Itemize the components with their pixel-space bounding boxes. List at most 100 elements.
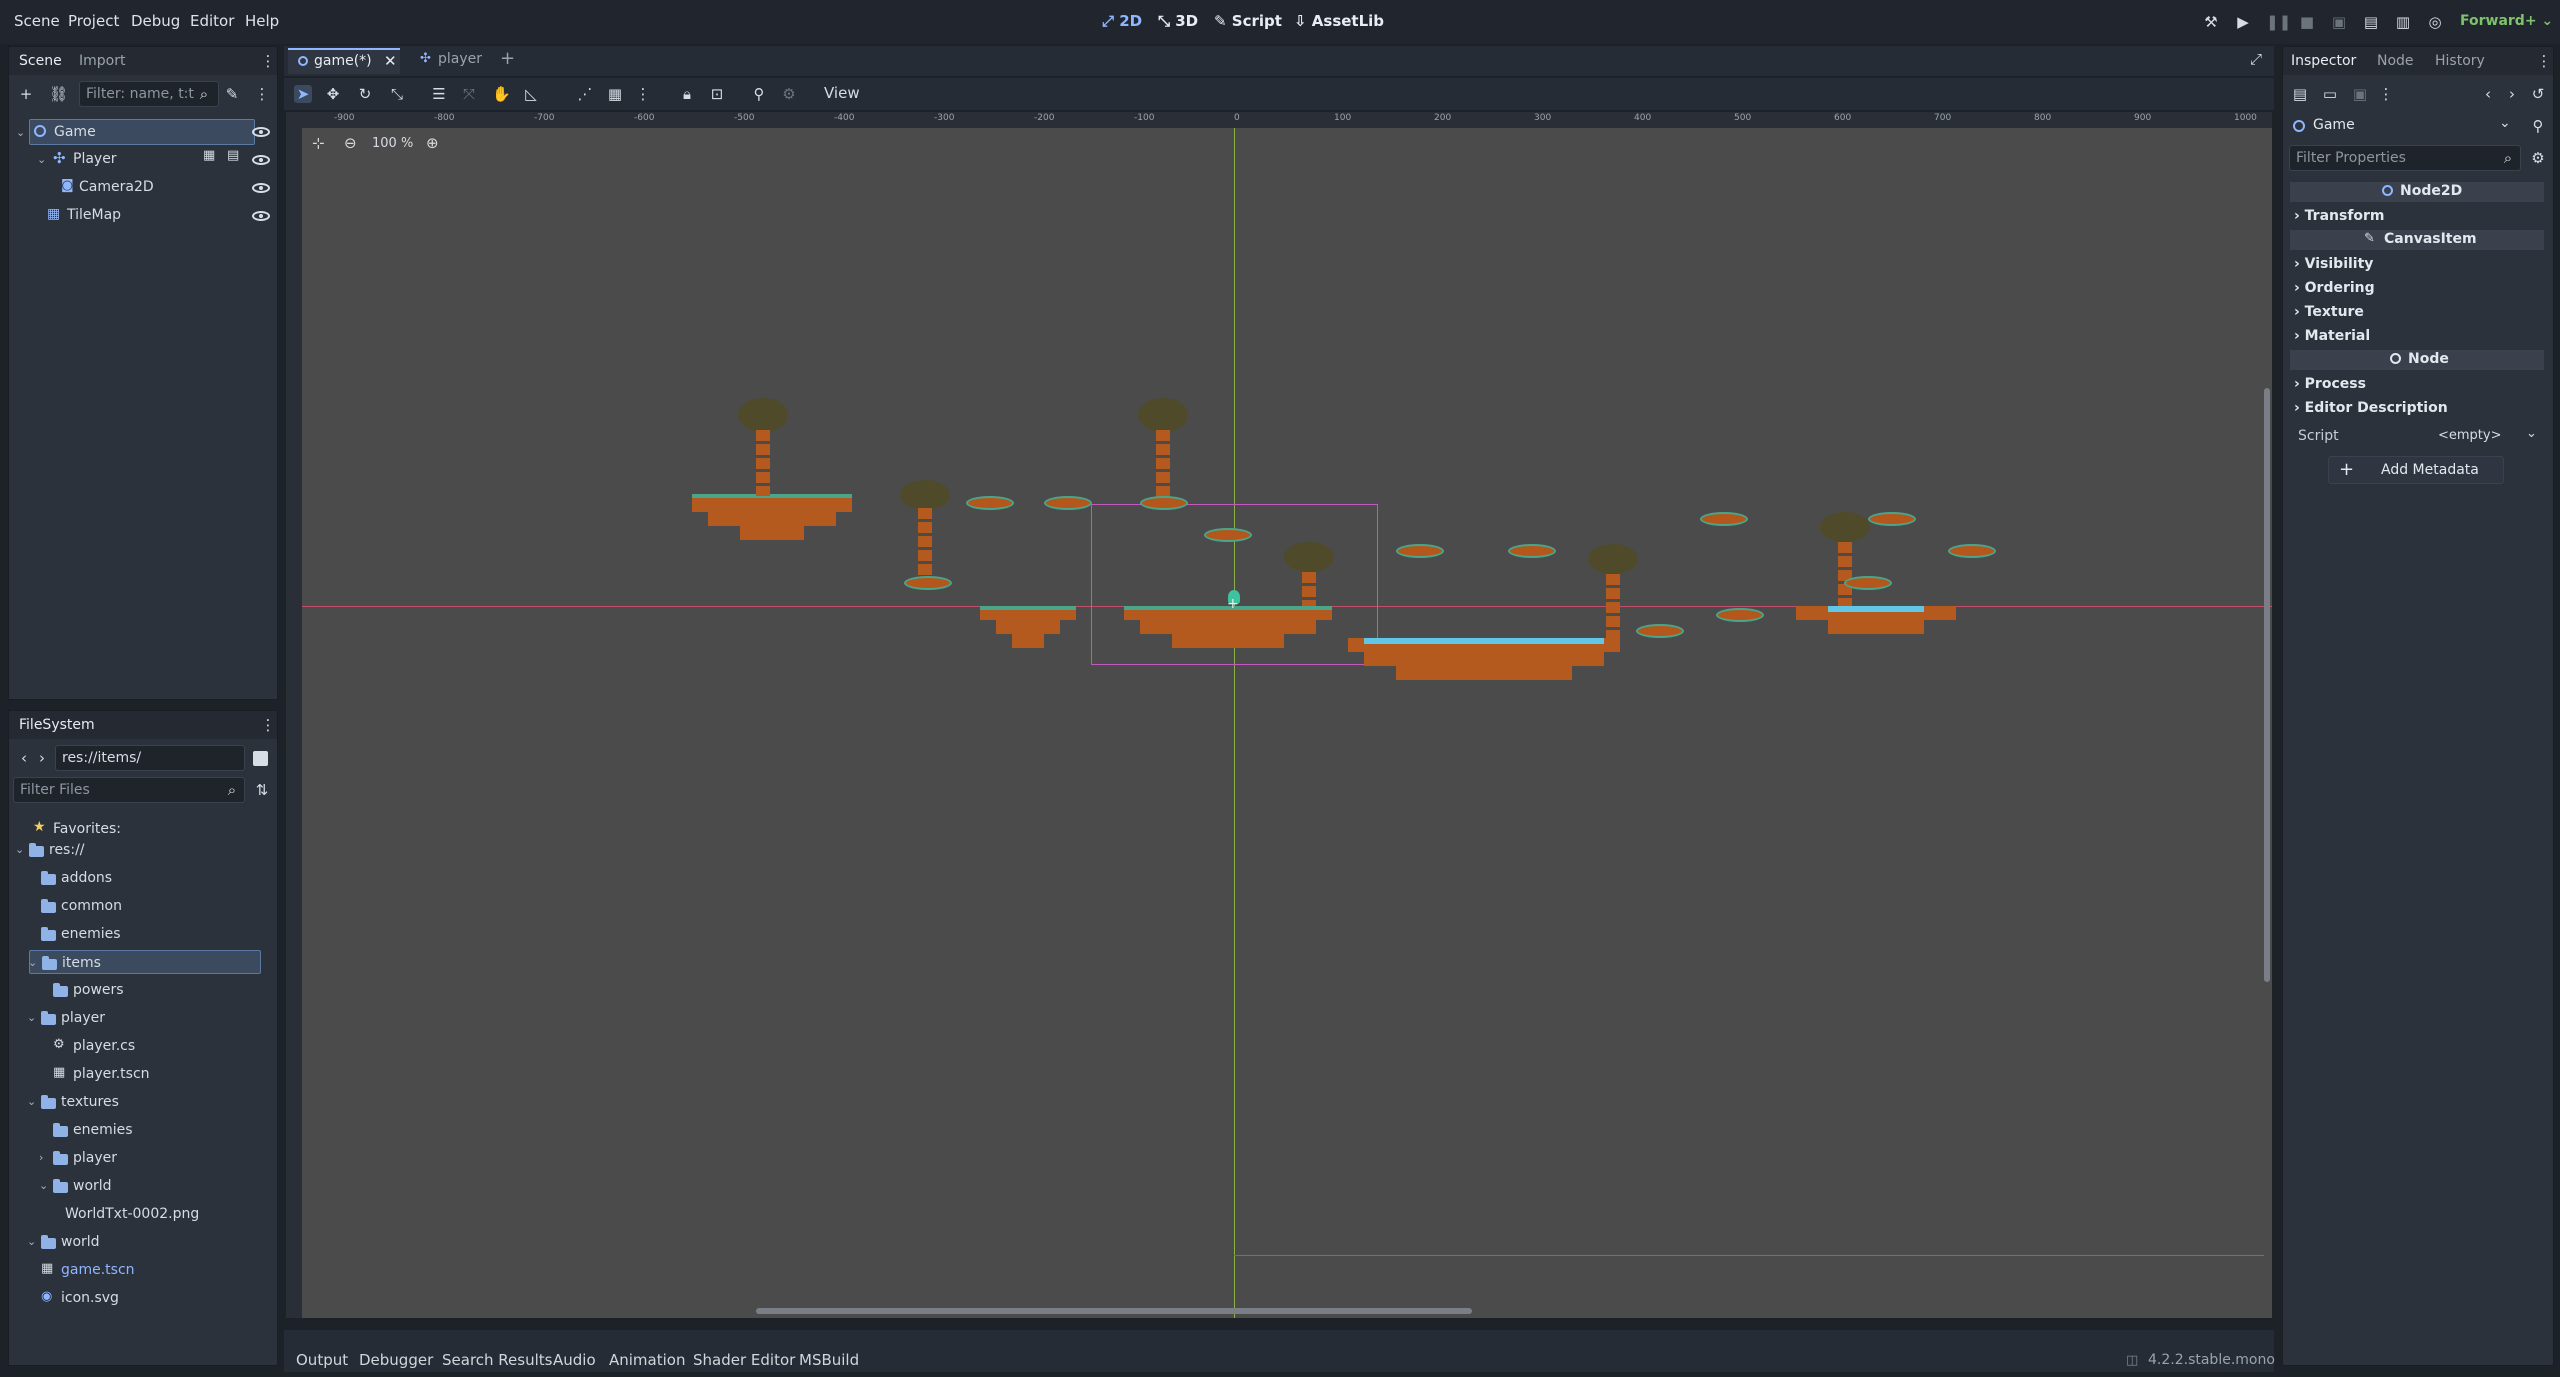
node-docs-icon[interactable]: ⚲ (2529, 117, 2547, 135)
history-forward-icon[interactable]: › (2503, 85, 2521, 103)
snap-options-icon[interactable]: ⋮ (634, 85, 652, 103)
tab-node[interactable]: Node (2377, 53, 2414, 69)
property-options-icon[interactable]: ⚙ (2529, 149, 2547, 167)
expand-arrow-icon[interactable]: ⌄ (27, 1235, 36, 1248)
file-item[interactable]: ▦ game.tscn (29, 1258, 261, 1282)
zoom-out-icon[interactable]: ⊖ (344, 134, 357, 152)
stop-icon[interactable]: ■ (2298, 13, 2316, 31)
tab-shader-editor[interactable]: Shader Editor (693, 1351, 795, 1369)
tab-audio[interactable]: Audio (553, 1351, 596, 1369)
new-tab-icon[interactable]: + (500, 48, 515, 69)
close-tab-icon[interactable]: ✕ (384, 52, 397, 70)
menu-help[interactable]: Help (245, 12, 279, 30)
back-icon[interactable]: ‹ (15, 749, 33, 767)
object-history-icon[interactable]: ↺ (2529, 85, 2547, 103)
path-field[interactable]: res://items/ (55, 745, 245, 771)
tab-animation[interactable]: Animation (609, 1351, 685, 1369)
mode-script-button[interactable]: ✎ Script (1214, 12, 1282, 30)
visibility-eye-icon[interactable] (252, 155, 270, 165)
group-icon[interactable]: ⊡ (708, 85, 726, 103)
pan-tool-icon[interactable]: ✋ (492, 85, 511, 103)
instance-scene-icon[interactable]: ⛓ (49, 85, 68, 103)
expand-arrow-icon[interactable]: › (39, 1151, 43, 1164)
mode-2d-button[interactable]: ⤢ 2D (1102, 12, 1142, 30)
expand-arrow-icon[interactable]: ⌄ (39, 1179, 48, 1192)
rotate-tool-icon[interactable]: ↻ (356, 85, 374, 103)
zoom-in-icon[interactable]: ⊕ (426, 134, 439, 152)
visibility-eye-icon[interactable] (252, 127, 270, 137)
center-view-icon[interactable]: ⊹ (312, 134, 325, 152)
open-scene-icon[interactable]: ▦ (203, 148, 215, 163)
section-visibility[interactable]: › Visibility (2294, 256, 2373, 272)
renderer-select[interactable]: Forward+ ⌄ (2460, 13, 2553, 29)
tab-search-results[interactable]: Search Results (442, 1351, 552, 1369)
file-item[interactable]: addons (29, 866, 261, 890)
file-item[interactable]: ⚙ player.cs (41, 1034, 261, 1058)
scale-tool-icon[interactable]: ⤡ (388, 85, 406, 103)
mode-3d-button[interactable]: ⤡ 3D (1158, 12, 1198, 30)
tree-item-camera2d[interactable]: ◙ Camera2D (57, 175, 237, 201)
tab-import[interactable]: Import (79, 53, 125, 69)
tab-inspector[interactable]: Inspector (2291, 53, 2356, 69)
save-resource-icon[interactable]: ▣ (2351, 85, 2369, 103)
play-scene-icon[interactable]: ▤ (2362, 13, 2380, 31)
mode-assetlib-button[interactable]: ⇩ AssetLib (1294, 12, 1384, 30)
horizontal-scrollbar[interactable] (756, 1308, 1472, 1314)
visibility-eye-icon[interactable] (252, 211, 270, 221)
open-resource-icon[interactable]: ▭ (2321, 85, 2339, 103)
section-transform[interactable]: › Transform (2294, 208, 2385, 224)
tab-filesystem[interactable]: FileSystem (19, 717, 95, 733)
menu-project[interactable]: Project (68, 12, 119, 30)
file-item[interactable]: ⌄ textures (27, 1090, 261, 1114)
skeleton-options-icon[interactable]: ⚙ (780, 85, 798, 103)
tree-item-tilemap[interactable]: ▦ TileMap (43, 203, 233, 229)
script-icon[interactable]: ▤ (227, 148, 239, 163)
file-item[interactable]: common (29, 894, 261, 918)
menu-scene[interactable]: Scene (14, 12, 60, 30)
file-item[interactable]: ▦ player.tscn (41, 1062, 261, 1086)
visibility-eye-icon[interactable] (252, 183, 270, 193)
file-item[interactable]: ◉ icon.svg (29, 1286, 261, 1310)
list-select-icon[interactable]: ☰ (430, 85, 448, 103)
inspector-menu-icon[interactable]: ⋮ (2535, 52, 2553, 70)
collapse-arrow-icon[interactable]: ⌄ (16, 126, 25, 139)
file-item[interactable]: ⌄ res:// (15, 838, 261, 862)
tab-player-scene[interactable]: ✣ player (416, 48, 496, 74)
expand-arrow-icon[interactable]: ⌄ (27, 1095, 36, 1108)
file-item[interactable]: ⌄ items (28, 950, 261, 974)
vertical-scrollbar[interactable] (2264, 388, 2270, 982)
file-item[interactable]: ⌄ world (27, 1230, 261, 1254)
tree-item-game[interactable]: ⌄ Game (16, 119, 255, 145)
section-texture[interactable]: › Texture (2294, 304, 2364, 320)
expand-arrow-icon[interactable]: ⌄ (15, 843, 24, 856)
filter-files-input[interactable]: Filter Files (13, 777, 245, 803)
grid-snap-icon[interactable]: ▦ (606, 85, 624, 103)
lock-icon[interactable]: 🔒︎ (678, 85, 696, 103)
add-metadata-button[interactable]: + Add Metadata (2328, 456, 2504, 484)
menu-editor[interactable]: Editor (190, 12, 234, 30)
tab-debugger[interactable]: Debugger (359, 1351, 433, 1369)
file-item[interactable]: ⌄ player (27, 1006, 261, 1030)
view-menu[interactable]: View (824, 84, 860, 102)
movie-maker-icon[interactable]: ◎ (2426, 13, 2444, 31)
play-icon[interactable]: ▶ (2234, 13, 2252, 31)
section-process[interactable]: › Process (2294, 376, 2366, 392)
move-tool-icon[interactable]: ✥ (324, 85, 342, 103)
zoom-level[interactable]: 100 % (372, 136, 413, 151)
tab-game-scene[interactable]: game(*) ✕ (288, 48, 400, 74)
add-node-icon[interactable]: + (17, 85, 35, 103)
section-editor-description[interactable]: › Editor Description (2294, 400, 2448, 416)
sort-icon[interactable]: ⇅ (253, 781, 271, 799)
node-selector[interactable]: Game ⌄ (2289, 113, 2517, 139)
tab-scene[interactable]: Scene (19, 53, 62, 69)
remote-debug-icon[interactable]: ▣ (2330, 13, 2348, 31)
scene-dock-menu-icon[interactable]: ⋮ (259, 52, 277, 70)
build-icon[interactable]: ⚒ (2202, 13, 2220, 31)
tab-output[interactable]: Output (296, 1351, 348, 1369)
filesystem-menu-icon[interactable]: ⋮ (259, 716, 277, 734)
scene-tree-menu-icon[interactable]: ⋮ (253, 85, 271, 103)
select-tool-icon[interactable]: ➤ (294, 85, 312, 103)
section-material[interactable]: › Material (2294, 328, 2370, 344)
file-item[interactable]: enemies (29, 922, 261, 946)
file-item[interactable]: › player (39, 1146, 261, 1170)
